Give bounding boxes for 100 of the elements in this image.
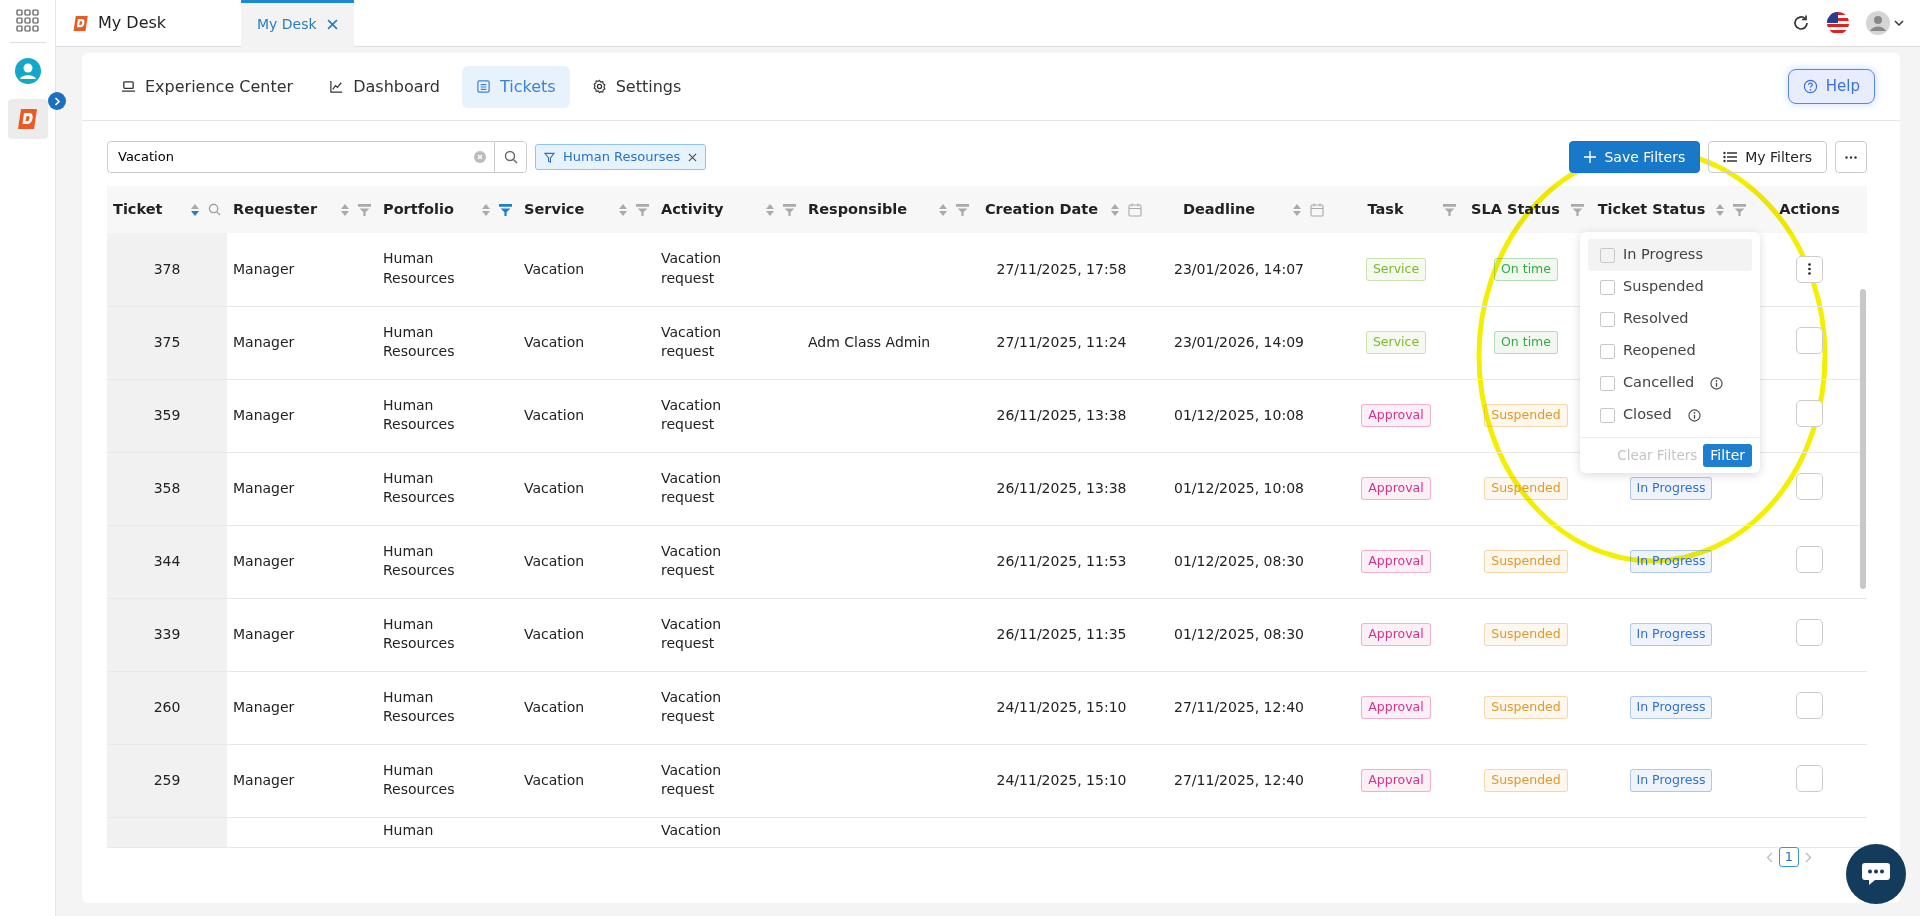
user-avatar-icon[interactable] [13, 57, 42, 85]
table-cell: 27/11/2025, 17:58 [996, 260, 1127, 277]
filter-icon[interactable] [1733, 203, 1746, 216]
option-label: Resolved [1623, 309, 1689, 329]
table-cell: 339 [153, 626, 181, 642]
chevron-down-icon[interactable] [1894, 19, 1904, 27]
table-cell: 23/01/2026, 14:07 [1174, 260, 1304, 277]
status-tag: Suspended [1484, 623, 1568, 646]
filter-icon[interactable] [636, 203, 649, 216]
filter-button[interactable]: Filter [1703, 444, 1752, 467]
table-cell-text: Human Resources [383, 395, 456, 435]
table-cell: 359 [153, 407, 181, 423]
help-icon [1802, 79, 1818, 94]
page-button[interactable]: 1 [1778, 847, 1799, 867]
checkbox[interactable] [1600, 375, 1615, 391]
nav-tab[interactable]: Dashboard [315, 65, 454, 108]
my-filters-button[interactable]: My Filters [1708, 141, 1827, 173]
nav-tab[interactable]: Tickets [462, 65, 570, 108]
more-button[interactable] [1835, 141, 1867, 173]
table-cell-text: Human Resources [383, 614, 456, 654]
refresh-icon[interactable] [1792, 14, 1810, 32]
filter-option[interactable]: Cancelled [1588, 367, 1752, 399]
table-cell: 01/12/2025, 10:08 [1174, 407, 1304, 423]
search-box[interactable]: Vacation [107, 141, 527, 173]
nav-tab[interactable]: Settings [577, 65, 696, 108]
table-cell: 26/11/2025, 13:38 [996, 407, 1127, 423]
close-icon[interactable] [688, 152, 698, 162]
filter-chip[interactable]: Human Resourses [535, 144, 707, 170]
status-tag: Approval [1361, 623, 1431, 646]
calendar-icon[interactable] [1310, 202, 1324, 217]
table-cell: 01/12/2025, 08:30 [1174, 553, 1304, 569]
table-cell: 01/12/2025, 10:08 [1174, 480, 1304, 496]
option-label: Closed [1623, 405, 1672, 425]
table-cell: 24/11/2025, 15:10 [996, 699, 1127, 715]
search-icon[interactable] [208, 203, 221, 216]
table-cell: Manager [233, 407, 295, 423]
search-button[interactable] [494, 142, 526, 172]
close-icon[interactable] [326, 19, 338, 30]
option-label: Reopened [1623, 341, 1696, 361]
table-cell-text: Vacation request [661, 687, 723, 727]
table-cell: 378 [153, 260, 181, 277]
app-logo-icon[interactable] [15, 108, 40, 130]
flag-icon[interactable] [1826, 11, 1850, 35]
save-filters-button[interactable]: Save Filters [1569, 141, 1701, 173]
filter-icon[interactable] [783, 203, 796, 216]
sort-icon[interactable] [481, 202, 491, 217]
sort-icon[interactable] [938, 202, 948, 217]
table-cell: 27/11/2025, 11:24 [996, 334, 1127, 350]
table-cell: 26/11/2025, 11:35 [996, 626, 1127, 642]
actions-button[interactable] [1796, 255, 1823, 283]
expand-button[interactable] [48, 92, 66, 110]
nav-tab[interactable]: Experience Center [107, 65, 308, 108]
filter-option[interactable]: Suspended [1588, 271, 1752, 303]
table-cell-text: Human Resources [383, 760, 456, 800]
apps-grid-icon[interactable] [14, 8, 41, 34]
app-title: My Desk [98, 12, 167, 34]
table-cell-text: Vacation request [661, 468, 723, 508]
sort-icon[interactable] [1292, 202, 1302, 217]
table-cell-text: Human Resources [383, 468, 456, 508]
table-cell-text: Vacation request [661, 395, 723, 435]
settings-icon [591, 79, 607, 94]
checkbox[interactable] [1600, 311, 1615, 327]
more-icon [1845, 155, 1857, 159]
table-cell: 27/11/2025, 12:40 [1174, 699, 1304, 715]
tab[interactable]: My Desk [241, 0, 354, 47]
checkbox[interactable] [1600, 279, 1615, 295]
sort-icon[interactable] [1110, 202, 1120, 217]
table-cell-text: Human Resources [383, 249, 456, 289]
filter-option[interactable]: Resolved [1588, 303, 1752, 335]
column-header: Requester [233, 199, 319, 219]
scrollbar[interactable] [1860, 289, 1866, 589]
calendar-icon[interactable] [1128, 202, 1142, 217]
status-tag: In Progress [1629, 696, 1713, 719]
chevron-left-icon[interactable] [1765, 851, 1773, 863]
column-header: Activity [661, 199, 725, 219]
column-header: Creation Date [983, 199, 1100, 219]
checkbox[interactable] [1600, 407, 1615, 423]
sort-icon[interactable] [340, 202, 350, 217]
filter-icon[interactable] [1443, 203, 1456, 216]
table-cell: Manager [233, 772, 295, 788]
column-header: Service [524, 199, 586, 219]
clear-icon[interactable] [474, 151, 486, 163]
list-icon [476, 79, 491, 94]
filter-icon[interactable] [358, 203, 371, 216]
sort-icon[interactable] [765, 202, 775, 217]
chevron-right-icon[interactable] [1805, 851, 1812, 863]
filter-icon[interactable] [1571, 203, 1584, 216]
help-button[interactable]: Help [1787, 69, 1875, 104]
option-label: Suspended [1623, 277, 1704, 297]
sort-icon[interactable] [1715, 202, 1725, 217]
checkbox[interactable] [1600, 343, 1615, 359]
filter-option[interactable]: Closed [1588, 399, 1752, 431]
sort-icon[interactable] [618, 202, 628, 217]
filter-icon[interactable] [956, 203, 969, 216]
filter-option[interactable]: In Progress [1588, 239, 1752, 271]
line-chart-icon [329, 79, 345, 94]
filter-icon[interactable] [499, 203, 512, 216]
filter-option[interactable]: Reopened [1588, 335, 1752, 367]
sort-icon[interactable] [190, 202, 200, 217]
checkbox[interactable] [1600, 247, 1615, 263]
